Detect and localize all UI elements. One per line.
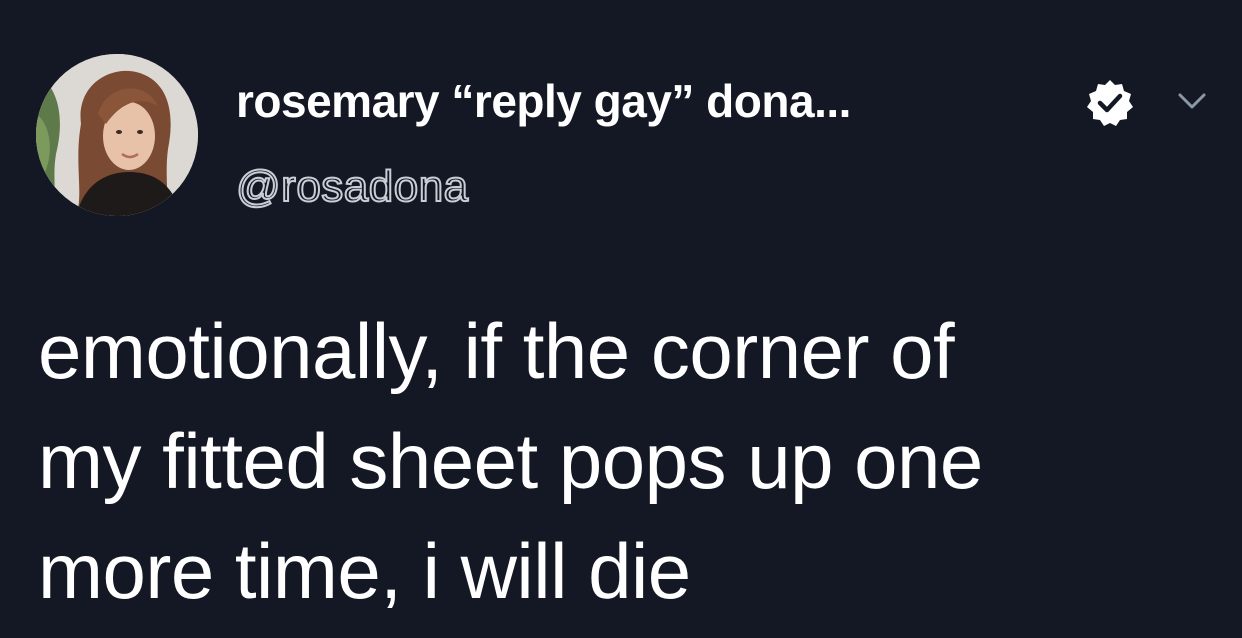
tweet-text-line: emotionally, if the corner of xyxy=(38,307,955,395)
avatar[interactable] xyxy=(36,54,198,216)
display-name[interactable]: rosemary “reply gay” dona... xyxy=(236,74,851,128)
profile-photo xyxy=(36,54,198,216)
tweet-text-line: more time, i will die xyxy=(38,527,691,615)
user-handle[interactable]: @rosadona xyxy=(235,161,469,212)
chevron-down-icon[interactable] xyxy=(1172,86,1212,116)
tweet-card: rosemary “reply gay” dona... @rosadona e… xyxy=(0,0,1242,638)
tweet-text-line: my fitted sheet pops up one xyxy=(38,417,983,505)
verified-badge-icon xyxy=(1087,80,1133,126)
tweet-text: emotionally, if the corner of my fitted … xyxy=(38,296,1218,626)
